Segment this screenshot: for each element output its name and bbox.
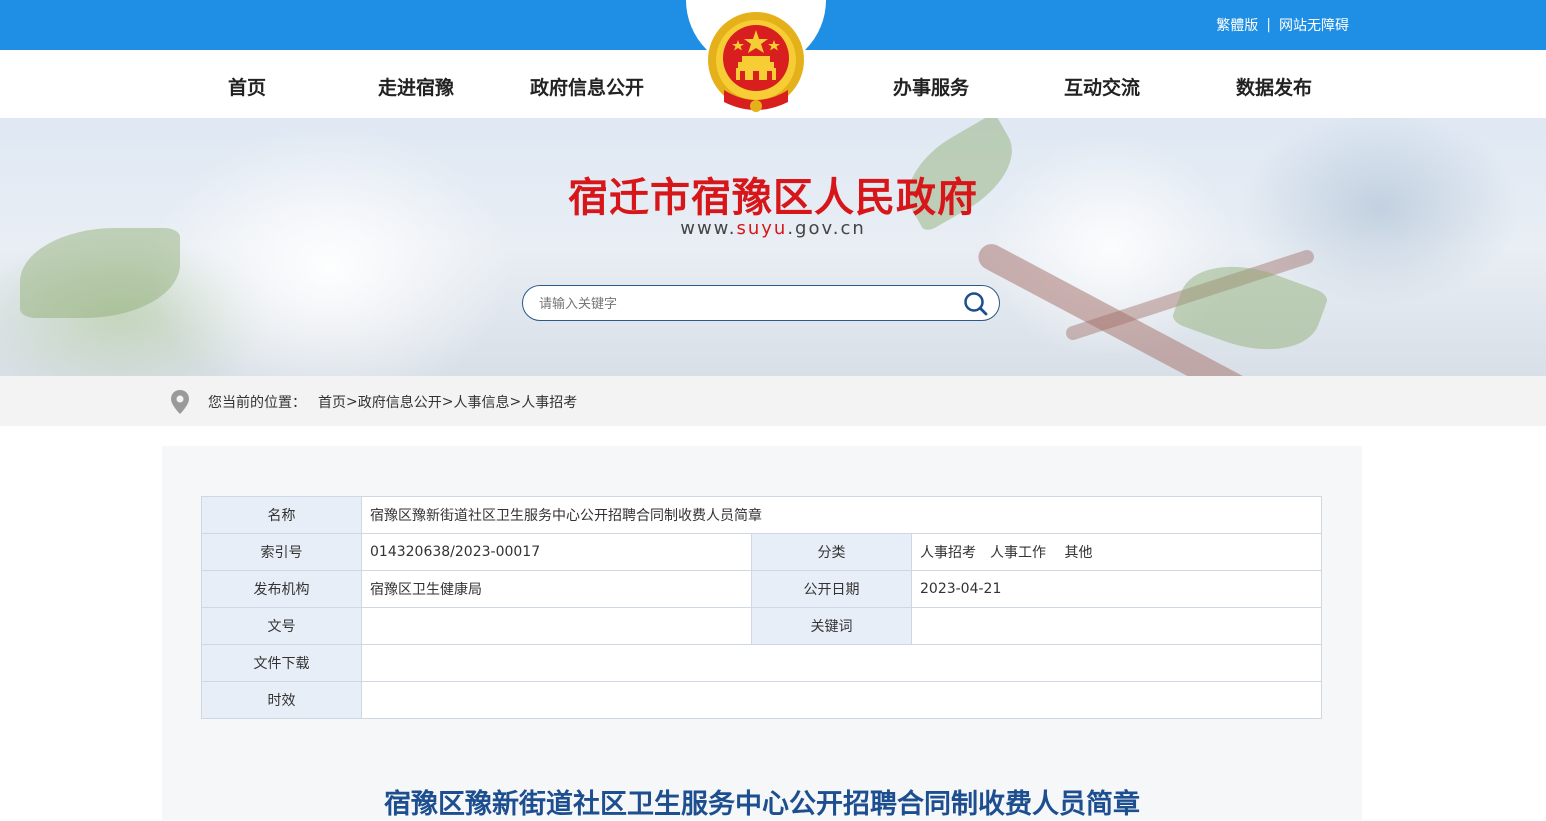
article-title: 宿豫区豫新街道社区卫生服务中心公开招聘合同制收费人员简章 bbox=[384, 789, 1140, 820]
download-value bbox=[361, 644, 1322, 682]
breadcrumb-bar: 您当前的位置： 首页 > 政府信息公开 > 人事信息 > 人事招考 bbox=[0, 376, 1546, 426]
name-label: 名称 bbox=[201, 496, 362, 534]
accessibility-link[interactable]: 网站无障碍 bbox=[1279, 15, 1349, 35]
table-row: 时效 bbox=[201, 681, 1322, 719]
index-value: 014320638/2023-00017 bbox=[361, 533, 752, 571]
site-url: www.suyu.gov.cn bbox=[680, 218, 866, 239]
article-container: 名称 宿豫区豫新街道社区卫生服务中心公开招聘合同制收费人员简章 索引号 0143… bbox=[162, 446, 1362, 820]
nav-info[interactable]: 政府信息公开 bbox=[530, 73, 644, 100]
nav-services[interactable]: 办事服务 bbox=[893, 73, 969, 100]
nav-interaction[interactable]: 互动交流 bbox=[1064, 73, 1140, 100]
validity-value bbox=[361, 681, 1322, 719]
doc-number-value bbox=[361, 607, 752, 645]
table-row: 名称 宿豫区豫新街道社区卫生服务中心公开招聘合同制收费人员简章 bbox=[201, 496, 1322, 534]
breadcrumb-label: 您当前的位置： bbox=[208, 395, 306, 411]
date-value: 2023-04-21 bbox=[911, 570, 1322, 608]
keywords-value bbox=[911, 607, 1322, 645]
index-label: 索引号 bbox=[201, 533, 362, 571]
category-label: 分类 bbox=[751, 533, 912, 571]
search-icon[interactable] bbox=[963, 291, 989, 317]
hero-banner: 宿迁市宿豫区人民政府 www.suyu.gov.cn bbox=[0, 118, 1546, 376]
search-box bbox=[522, 285, 1000, 321]
location-pin-icon bbox=[171, 390, 189, 414]
table-row: 文件下载 bbox=[201, 644, 1322, 682]
publisher-value: 宿豫区卫生健康局 bbox=[361, 570, 752, 608]
nav-data[interactable]: 数据发布 bbox=[1236, 73, 1312, 100]
download-label: 文件下载 bbox=[201, 644, 362, 682]
emblem-area bbox=[686, 0, 826, 118]
table-row: 文号 关键词 bbox=[201, 607, 1322, 645]
table-row: 索引号 014320638/2023-00017 分类 人事招考 人事工作 其他 bbox=[201, 533, 1322, 571]
breadcrumb-item-recruitment[interactable]: 人事招考 bbox=[521, 392, 577, 412]
breadcrumb-item-home[interactable]: 首页 bbox=[318, 392, 346, 412]
metadata-table: 名称 宿豫区豫新街道社区卫生服务中心公开招聘合同制收费人员简章 索引号 0143… bbox=[201, 496, 1322, 719]
banner-leaf-decoration bbox=[20, 228, 180, 318]
breadcrumb-item-personnel[interactable]: 人事信息 bbox=[453, 392, 509, 412]
traditional-chinese-link[interactable]: 繁體版 bbox=[1216, 15, 1258, 35]
name-value: 宿豫区豫新街道社区卫生服务中心公开招聘合同制收费人员简章 bbox=[361, 496, 1322, 534]
top-links-separator: | bbox=[1266, 17, 1271, 33]
category-value: 人事招考 人事工作 其他 bbox=[911, 533, 1322, 571]
search-input[interactable] bbox=[537, 293, 941, 315]
table-row: 发布机构 宿豫区卫生健康局 公开日期 2023-04-21 bbox=[201, 570, 1322, 608]
top-links: 繁體版 | 网站无障碍 bbox=[1216, 15, 1349, 35]
date-label: 公开日期 bbox=[751, 570, 912, 608]
site-title: 宿迁市宿豫区人民政府 bbox=[568, 175, 978, 221]
validity-label: 时效 bbox=[201, 681, 362, 719]
breadcrumb: 您当前的位置： 首页 > 政府信息公开 > 人事信息 > 人事招考 bbox=[170, 390, 577, 414]
doc-number-label: 文号 bbox=[201, 607, 362, 645]
breadcrumb-item-info[interactable]: 政府信息公开 bbox=[358, 392, 442, 412]
keywords-label: 关键词 bbox=[751, 607, 912, 645]
nav-home[interactable]: 首页 bbox=[228, 73, 266, 100]
publisher-label: 发布机构 bbox=[201, 570, 362, 608]
national-emblem-icon bbox=[708, 12, 804, 112]
nav-about[interactable]: 走进宿豫 bbox=[378, 73, 454, 100]
